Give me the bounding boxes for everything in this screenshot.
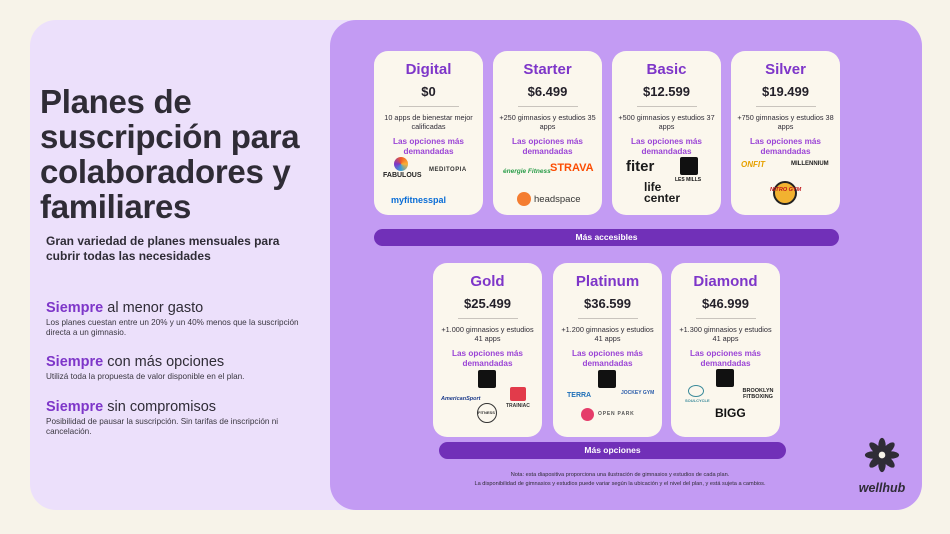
soulcycle-icon [688, 385, 704, 397]
open-park-icon [581, 408, 594, 421]
benefit-lowest-cost: Siempre al menor gasto Los planes cuesta… [46, 300, 306, 338]
plan-name: Basic [646, 61, 687, 78]
wellhub-flower-icon [864, 437, 900, 473]
benefit-heading: Siempre con más opciones [46, 354, 225, 370]
plan-options-label: Las opciones más demandadas [393, 137, 464, 156]
plan-price: $6.499 [527, 84, 568, 99]
plan-card-starter[interactable]: Starter $6.499 +250 gimnasios y estudios… [493, 51, 602, 215]
plan-card-silver[interactable]: Silver $19.499 +750 gimnasios y estudios… [731, 51, 840, 215]
fiter-logo: fiter [626, 158, 655, 175]
benefit-more-options: Siempre con más opciones Utilizá toda la… [46, 354, 306, 382]
plan-description: 10 apps de bienestar mejor calificadas [384, 113, 473, 131]
plan-price: $46.999 [702, 296, 749, 311]
divider [577, 318, 638, 319]
plan-description: +1.200 gimnasios y estudios 41 apps [561, 325, 654, 343]
plan-description: +750 gimnasios y estudios 38 apps [737, 113, 834, 131]
millennium-logo: MILLENNIUM [791, 161, 829, 167]
les-mills-icon [680, 157, 698, 175]
divider [636, 106, 697, 107]
plan-price: $25.499 [464, 296, 511, 311]
les-mills-icon [598, 370, 616, 388]
energie-fitness-logo: énergie Fitness [503, 168, 551, 175]
jockey-gym-logo: JOCKEY GYM [621, 390, 655, 396]
plan-price: $36.599 [584, 296, 631, 311]
benefit-description: Posibilidad de pausar la suscripción. Si… [46, 417, 279, 436]
benefit-no-commitment: Siempre sin compromisos Posibilidad de p… [46, 399, 306, 437]
plan-options-label: Las opciones más demandadas [631, 137, 702, 156]
terra-logo: TERRA [567, 392, 592, 399]
bigg-logo: BIGG [715, 406, 746, 420]
life-center-logo: life center [644, 180, 681, 205]
myfitnesspal-logo: myfitnesspal [391, 195, 447, 205]
plan-card-platinum[interactable]: Platinum $36.599 +1.200 gimnasios y estu… [553, 263, 662, 437]
plan-name: Gold [470, 273, 505, 290]
headspace-dot-icon [517, 192, 531, 206]
plan-name: Platinum [575, 273, 640, 290]
more-options-bar: Más opciones [439, 442, 786, 459]
les-mills-icon [478, 370, 496, 388]
page-title: Planes de suscripción para colaboradores… [40, 83, 300, 225]
les-mills-icon [716, 369, 734, 387]
soulcycle-logo: SOULCYCLE [685, 398, 710, 403]
benefit-heading: Siempre al menor gasto [46, 300, 204, 316]
footnote-availability: La disponibilidad de gimnasios y estudio… [474, 481, 766, 487]
divider [517, 106, 578, 107]
divider [398, 106, 459, 107]
fabulous-logo: FABULOUS [383, 172, 422, 179]
plan-name: Diamond [693, 273, 758, 290]
plan-options-label: Las opciones más demandadas [452, 349, 523, 368]
divider [755, 106, 816, 107]
page-subtitle: Gran variedad de planes mensuales para c… [46, 234, 280, 263]
wellhub-brand: wellhub [852, 436, 912, 495]
plan-description: +250 gimnasios y estudios 35 apps [499, 113, 596, 131]
nitro-gym-icon [773, 181, 797, 205]
plan-options-label: Las opciones más demandadas [690, 349, 761, 368]
plan-options-label: Las opciones más demandadas [572, 349, 643, 368]
plan-description: +1.000 gimnasios y estudios 41 apps [441, 325, 534, 343]
footnote: Nota: esta diapositiva proporciona una i… [510, 472, 730, 478]
fabulous-logo-icon [394, 157, 408, 171]
plan-price: $19.499 [762, 84, 809, 99]
more-accessible-bar: Más accesibles [374, 229, 839, 246]
open-park-logo: OPEN PARK [598, 411, 635, 417]
plan-card-gold[interactable]: Gold $25.499 +1.000 gimnasios y estudios… [433, 263, 542, 437]
trainiac-icon [510, 387, 526, 401]
plan-description: +500 gimnasios y estudios 37 apps [618, 113, 715, 131]
headspace-logo: headspace [534, 194, 581, 205]
plan-options-label: Las opciones más demandadas [750, 137, 821, 156]
plan-price: $12.599 [643, 84, 690, 99]
onfit-logo: ONFIT [741, 160, 765, 169]
meditopia-logo: MEDITOPIA [429, 167, 467, 173]
benefit-description: Los planes cuestan entre un 20% y un 40%… [46, 318, 299, 337]
plan-description: +1.300 gimnasios y estudios 41 apps [679, 325, 772, 343]
nitro-gym-logo: NITRO GYM [770, 187, 802, 193]
divider [457, 318, 518, 319]
strava-logo: STRAVA [550, 162, 594, 174]
plan-price: $0 [421, 84, 436, 99]
plan-card-basic[interactable]: Basic $12.599 +500 gimnasios y estudios … [612, 51, 721, 215]
plan-options-label: Las opciones más demandadas [512, 137, 583, 156]
plan-name: Digital [405, 61, 452, 78]
benefit-heading: Siempre sin compromisos [46, 399, 217, 415]
brooklyn-fitboxing-logo: BROOKLYN FITBOXING [742, 388, 774, 400]
american-sport-logo: AmericanSport [441, 396, 481, 402]
plan-card-diamond[interactable]: Diamond $46.999 +1.300 gimnasios y estud… [671, 263, 780, 437]
trainiac-logo: TRAINIAC [506, 403, 530, 409]
plan-card-digital[interactable]: Digital $0 10 apps de bienestar mejor ca… [374, 51, 483, 215]
benefit-description: Utilizá toda la propuesta de valor dispo… [46, 372, 245, 381]
plan-name: Silver [765, 61, 806, 78]
fitness-badge-logo: FITNESS [478, 410, 495, 415]
plan-name: Starter [523, 61, 572, 78]
divider [695, 318, 756, 319]
wellhub-wordmark: wellhub [858, 481, 906, 495]
